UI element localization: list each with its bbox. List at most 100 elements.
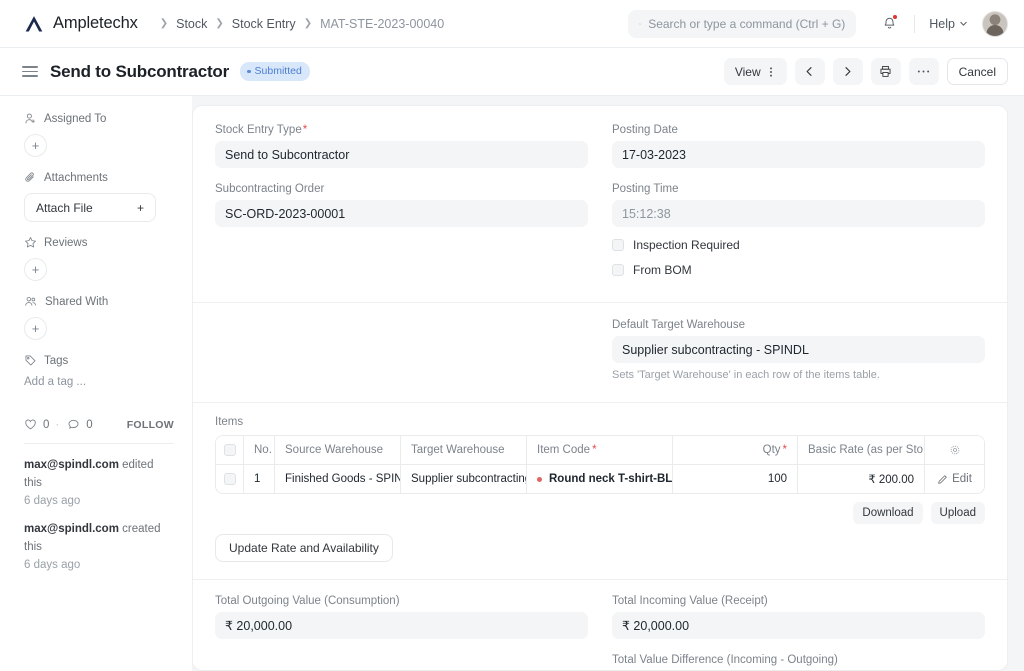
totals-column-left: Total Outgoing Value (Consumption) ₹ 20,… (215, 595, 588, 671)
column-header-item-code-text: Item Code (537, 444, 590, 456)
cell-source-warehouse[interactable]: Finished Goods - SPINDL (275, 465, 401, 493)
breadcrumb-item-stock[interactable]: Stock (176, 17, 207, 31)
assigned-to-label: Assigned To (44, 113, 106, 125)
activity-timestamp: 6 days ago (24, 493, 174, 511)
status-label: Submitted (255, 65, 302, 77)
avatar[interactable] (982, 11, 1008, 37)
search-icon (639, 18, 641, 30)
row-edit-cell[interactable]: Edit (925, 465, 984, 493)
field-subcontracting-order: Subcontracting Order SC-ORD-2023-00001 (215, 183, 588, 227)
previous-document-button[interactable] (795, 58, 825, 85)
table-header-row: No. Source Warehouse Target Warehouse It… (216, 436, 984, 465)
assigned-to-header: Assigned To (24, 112, 174, 125)
posting-time-input[interactable]: 15:12:38 (612, 200, 985, 227)
sidebar-section-attachments: Attachments Attach File + (24, 171, 174, 222)
subcontracting-order-label: Subcontracting Order (215, 183, 588, 195)
default-target-warehouse-help: Sets 'Target Warehouse' in each row of t… (612, 369, 985, 381)
logo-icon (24, 14, 44, 34)
posting-date-input[interactable]: 17-03-2023 (612, 141, 985, 168)
add-assignment-button[interactable]: + (24, 134, 47, 157)
upload-button[interactable]: Upload (931, 502, 985, 524)
form-section-warehouse: Default Target Warehouse Supplier subcon… (215, 319, 985, 392)
total-incoming-value[interactable]: ₹ 20,000.00 (612, 612, 985, 639)
sidebar-divider (24, 443, 174, 444)
cell-item-code-text: Round neck T-shirt-BL (549, 473, 672, 485)
cell-item-code[interactable]: Round neck T-shirt-BL (527, 465, 673, 493)
status-dot-icon (247, 70, 251, 74)
edit-label: Edit (952, 473, 972, 485)
activity-timestamp: 6 days ago (24, 557, 174, 575)
from-bom-checkbox[interactable] (612, 264, 624, 276)
breadcrumb-item-document-id[interactable]: MAT-STE-2023-00040 (320, 17, 444, 31)
posting-time-label: Posting Time (612, 183, 985, 195)
select-all-cell[interactable] (216, 436, 244, 464)
next-document-button[interactable] (833, 58, 863, 85)
row-select-cell[interactable] (216, 465, 244, 493)
print-button[interactable] (871, 58, 901, 85)
cell-target-warehouse[interactable]: Supplier subcontracting... (401, 465, 527, 493)
activity-item: max@spindl.com created this 6 days ago (24, 521, 174, 574)
stock-entry-type-input[interactable]: Send to Subcontractor (215, 141, 588, 168)
brand[interactable]: Ampletechx (24, 14, 138, 34)
sidebar-toggle-button[interactable] (22, 66, 38, 77)
field-inspection-required[interactable]: Inspection Required (612, 238, 985, 252)
warehouse-spacer (215, 319, 588, 392)
reviews-label: Reviews (44, 237, 87, 249)
items-section: Items No. Source Warehouse Target Wareho… (215, 416, 985, 562)
field-from-bom[interactable]: From BOM (612, 263, 985, 277)
subcontracting-order-input[interactable]: SC-ORD-2023-00001 (215, 200, 588, 227)
breadcrumb-item-stock-entry[interactable]: Stock Entry (232, 17, 296, 31)
follow-button[interactable]: FOLLOW (127, 419, 174, 431)
field-total-outgoing: Total Outgoing Value (Consumption) ₹ 20,… (215, 595, 588, 639)
select-all-checkbox[interactable] (224, 444, 236, 456)
add-share-button[interactable]: + (24, 317, 47, 340)
view-button[interactable]: View (724, 58, 787, 85)
edit-row-button[interactable]: Edit (937, 473, 972, 485)
field-posting-date: Posting Date 17-03-2023 (612, 124, 985, 168)
row-checkbox[interactable] (224, 473, 236, 485)
from-bom-label: From BOM (633, 263, 692, 277)
cell-basic-rate[interactable]: ₹ 200.00 (798, 465, 925, 493)
column-settings-cell[interactable] (925, 436, 984, 464)
sidebar-section-tags: Tags Add a tag ... (24, 354, 174, 388)
chevron-left-icon (804, 66, 815, 77)
required-marker: * (783, 444, 787, 456)
attach-file-button[interactable]: Attach File + (24, 193, 156, 222)
search-input[interactable]: Search or type a command (Ctrl + G) (628, 10, 856, 38)
help-menu[interactable]: Help (929, 17, 968, 31)
inspection-required-checkbox[interactable] (612, 239, 624, 251)
table-row[interactable]: 1 Finished Goods - SPINDL Supplier subco… (216, 465, 984, 493)
attach-file-label: Attach File (36, 201, 93, 215)
sidebar-section-assigned-to: Assigned To + (24, 112, 174, 157)
download-button[interactable]: Download (853, 502, 922, 524)
section-divider (193, 579, 1007, 580)
add-tag-input[interactable]: Add a tag ... (24, 376, 174, 388)
view-label: View (735, 65, 761, 79)
column-header-target-warehouse: Target Warehouse (401, 436, 527, 464)
default-target-warehouse-input[interactable]: Supplier subcontracting - SPINDL (612, 336, 985, 363)
label-text: Stock Entry Type (215, 124, 302, 136)
tags-header: Tags (24, 354, 174, 367)
status-badge: Submitted (240, 62, 310, 81)
column-header-qty-text: Qty (763, 444, 781, 456)
total-outgoing-label: Total Outgoing Value (Consumption) (215, 595, 588, 607)
search-placeholder: Search or type a command (Ctrl + G) (648, 17, 845, 31)
total-outgoing-value[interactable]: ₹ 20,000.00 (215, 612, 588, 639)
notifications-button[interactable] (878, 13, 900, 35)
add-review-button[interactable]: + (24, 258, 47, 281)
total-incoming-label: Total Incoming Value (Receipt) (612, 595, 985, 607)
more-options-button[interactable] (909, 58, 939, 85)
column-header-no: No. (244, 436, 275, 464)
heart-icon[interactable] (24, 418, 37, 431)
cancel-button[interactable]: Cancel (947, 58, 1008, 85)
posting-date-label: Posting Date (612, 124, 985, 136)
form-column-right: Posting Date 17-03-2023 Posting Time 15:… (612, 124, 985, 288)
cell-qty[interactable]: 100 (673, 465, 798, 493)
update-rate-and-availability-button[interactable]: Update Rate and Availability (215, 534, 393, 562)
form-card: Stock Entry Type* Send to Subcontractor … (192, 105, 1008, 671)
comment-icon[interactable] (67, 418, 80, 431)
field-stock-entry-type: Stock Entry Type* Send to Subcontractor (215, 124, 588, 168)
comment-count: 0 (86, 419, 92, 431)
breadcrumb-separator: ❯ (160, 19, 168, 29)
form-section-totals: Total Outgoing Value (Consumption) ₹ 20,… (215, 595, 985, 671)
